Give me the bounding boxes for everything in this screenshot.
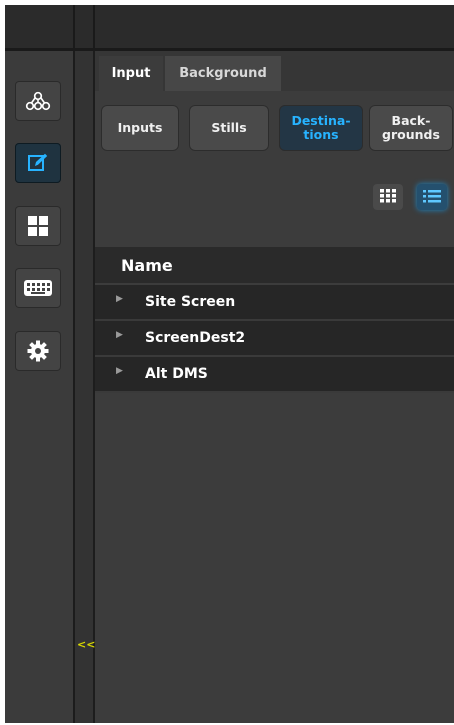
main-panel: Input Background Inputs Stills Destina- …: [95, 51, 454, 723]
app-window: << Input Background Inputs Stills Destin…: [5, 5, 454, 723]
filter-backgrounds-button[interactable]: Back- grounds: [369, 105, 453, 151]
sidebar-item-keyboard[interactable]: [15, 268, 61, 308]
column-header-name[interactable]: Name: [95, 247, 454, 283]
row-name: Site Screen: [145, 294, 236, 310]
filter-inputs-button[interactable]: Inputs: [101, 105, 179, 151]
tab-background[interactable]: Background: [165, 56, 281, 91]
filter-destinations-button[interactable]: Destina- tions: [279, 105, 363, 151]
tab-strip: Input Background: [95, 51, 454, 91]
top-bar: [5, 5, 454, 51]
sidebar: [5, 51, 75, 723]
list-view-icon: [423, 188, 441, 207]
expand-arrow-icon[interactable]: ▶: [116, 366, 123, 376]
top-bar-left-segment: [5, 5, 75, 48]
table-row[interactable]: ▶ Alt DMS: [95, 357, 454, 393]
gear-icon: [27, 340, 49, 362]
column-header-label: Name: [121, 255, 173, 275]
filter-stills-button[interactable]: Stills: [189, 105, 269, 151]
collapse-strip: <<: [75, 51, 95, 723]
table-row[interactable]: ▶ ScreenDest2: [95, 321, 454, 357]
top-bar-divider-segment: [75, 5, 95, 48]
sidebar-item-edit[interactable]: [15, 143, 61, 183]
list-view-button[interactable]: [417, 184, 447, 210]
collapse-panel-button[interactable]: <<: [77, 638, 95, 651]
topology-icon: [25, 91, 51, 111]
expand-arrow-icon[interactable]: ▶: [116, 330, 123, 340]
sidebar-item-settings[interactable]: [15, 331, 61, 371]
row-name: Alt DMS: [145, 366, 208, 382]
grid-icon: [27, 215, 49, 237]
grid-view-icon: [380, 188, 396, 207]
sidebar-item-layout[interactable]: [15, 206, 61, 246]
grid-view-button[interactable]: [373, 184, 403, 210]
tab-input[interactable]: Input: [99, 56, 163, 91]
edit-icon: [27, 152, 49, 174]
table-row[interactable]: ▶ Site Screen: [95, 285, 454, 321]
row-name: ScreenDest2: [145, 330, 246, 346]
sidebar-item-topology[interactable]: [15, 81, 61, 121]
keyboard-icon: [23, 278, 53, 298]
expand-arrow-icon[interactable]: ▶: [116, 294, 123, 304]
